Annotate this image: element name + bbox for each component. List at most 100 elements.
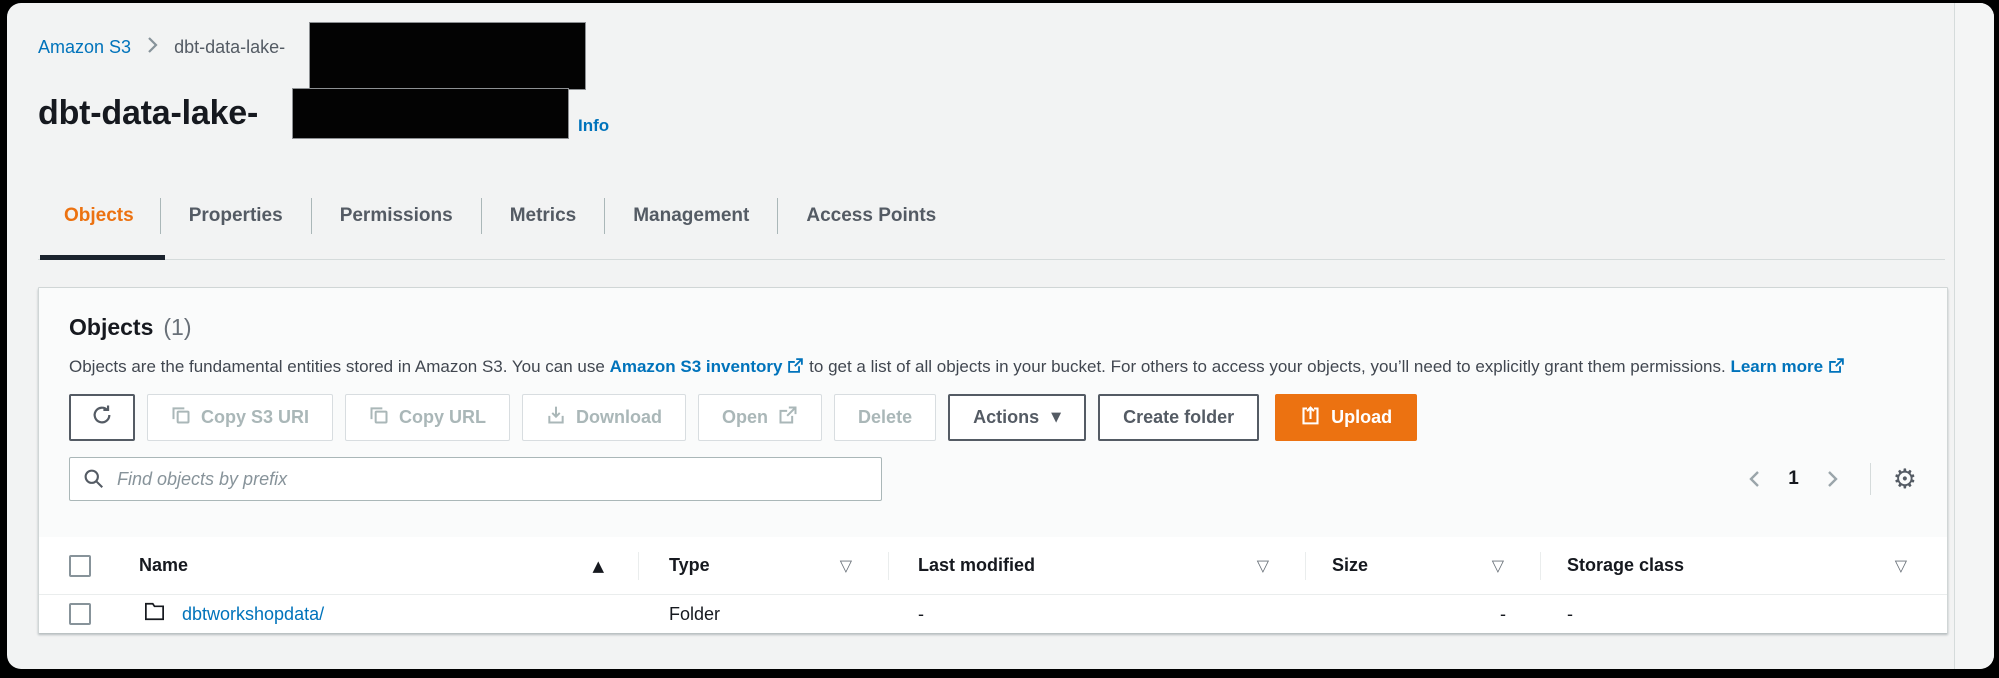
upload-label: Upload [1331, 407, 1393, 427]
sort-ascending-icon[interactable]: ▲ [592, 557, 604, 575]
tab-management[interactable]: Management [605, 191, 777, 241]
active-tab-underline [40, 255, 165, 260]
next-page-button[interactable] [1821, 464, 1844, 494]
row-checkbox[interactable] [69, 603, 91, 625]
redaction-box-breadcrumb [309, 22, 586, 90]
scrollbar-track[interactable] [1954, 3, 1994, 669]
external-link-icon [1828, 357, 1845, 379]
objects-panel: Objects (1) Objects are the fundamental … [38, 287, 1948, 633]
objects-panel-header: Objects (1) Objects are the fundamental … [39, 288, 1947, 537]
row-size-value: - [1500, 603, 1506, 624]
column-label-storage-class: Storage class [1567, 555, 1685, 575]
sort-indicator-icon[interactable]: ▽ [1492, 556, 1504, 575]
row-type-cell: Folder [638, 595, 888, 633]
sort-indicator-icon[interactable]: ▽ [840, 556, 852, 575]
column-divider [1540, 552, 1541, 580]
column-header-name[interactable]: Name ▲ [139, 537, 638, 594]
column-label-name: Name [139, 555, 189, 575]
tab-permissions[interactable]: Permissions [312, 191, 481, 241]
copy-s3-uri-button[interactable]: Copy S3 URI [147, 394, 334, 441]
column-label-size: Size [1332, 555, 1369, 575]
column-divider [638, 552, 639, 580]
row-size-cell: - [1305, 595, 1540, 633]
sort-indicator-icon[interactable]: ▽ [1257, 556, 1269, 575]
objects-description: Objects are the fundamental entities sto… [69, 357, 1917, 379]
copy-url-label: Copy URL [399, 407, 487, 427]
column-header-last-modified[interactable]: Last modified ▽ [888, 537, 1305, 594]
select-all-checkbox[interactable] [69, 554, 91, 577]
info-link[interactable]: Info [578, 116, 609, 136]
column-label-type: Type [669, 555, 710, 575]
breadcrumb-amazon-s3-link[interactable]: Amazon S3 [38, 37, 131, 58]
column-label-last-modified: Last modified [918, 555, 1036, 575]
tabs-baseline [38, 259, 1945, 260]
breadcrumb-current-bucket: dbt-data-lake- [174, 37, 286, 57]
learn-more-link[interactable]: Learn more [1730, 357, 1823, 376]
copy-url-button[interactable]: Copy URL [345, 394, 511, 441]
row-type-value: Folder [669, 603, 721, 624]
open-button[interactable]: Open [698, 394, 823, 441]
pagination: 1 ⚙ [1743, 463, 1917, 495]
object-folder-link[interactable]: dbtworkshopdata/ [182, 604, 324, 625]
search-row: 1 ⚙ [69, 457, 1917, 501]
pagination-divider [1869, 463, 1871, 495]
row-name-cell: dbtworkshopdata/ [139, 595, 638, 633]
row-last-modified-value: - [918, 603, 924, 624]
objects-toolbar: Copy S3 URI Copy URL Download Open Delet… [69, 394, 1917, 441]
download-icon [546, 405, 566, 430]
column-header-storage-class[interactable]: Storage class ▽ [1540, 537, 1947, 594]
download-button[interactable]: Download [522, 394, 687, 441]
search-box [69, 457, 882, 501]
redaction-box-title [292, 88, 569, 139]
create-folder-label: Create folder [1123, 407, 1235, 427]
refresh-icon [91, 404, 113, 431]
bucket-tabs: Objects Properties Permissions Metrics M… [38, 191, 964, 241]
objects-count: (1) [163, 314, 192, 340]
row-storage-class-value: - [1567, 603, 1573, 624]
find-objects-input[interactable] [69, 457, 882, 501]
objects-panel-title: Objects [69, 314, 154, 340]
tab-properties[interactable]: Properties [161, 191, 311, 241]
upload-icon [1300, 405, 1321, 431]
copy-icon [171, 405, 191, 430]
external-link-icon [787, 357, 804, 379]
tab-metrics[interactable]: Metrics [482, 191, 605, 241]
column-divider [888, 552, 889, 580]
download-label: Download [576, 407, 663, 427]
create-folder-button[interactable]: Create folder [1098, 394, 1260, 441]
delete-button[interactable]: Delete [834, 394, 937, 441]
previous-page-button[interactable] [1743, 464, 1766, 494]
column-divider [1305, 552, 1306, 580]
description-text: Objects are the fundamental entities sto… [69, 357, 610, 376]
copy-s3-uri-label: Copy S3 URI [201, 407, 310, 427]
refresh-button[interactable] [69, 394, 135, 441]
search-icon [83, 468, 104, 494]
chevron-right-icon [146, 35, 159, 60]
page-title: dbt-data-lake- [38, 94, 259, 132]
tab-access-points[interactable]: Access Points [778, 191, 964, 241]
tab-objects[interactable]: Objects [38, 191, 160, 241]
s3-console-screen: Amazon S3 dbt-data-lake- dbt-data-lake- … [7, 3, 1994, 669]
current-page-number[interactable]: 1 [1788, 468, 1799, 490]
upload-button[interactable]: Upload [1275, 394, 1418, 441]
actions-dropdown-button[interactable]: Actions ▼ [948, 394, 1087, 441]
delete-label: Delete [858, 407, 913, 427]
row-last-modified-cell: - [888, 595, 1305, 633]
actions-label: Actions [973, 407, 1040, 427]
table-row: dbtworkshopdata/ Folder - - - [39, 595, 1947, 633]
external-link-icon [778, 405, 798, 430]
column-header-type[interactable]: Type ▽ [638, 537, 888, 594]
row-storage-class-cell: - [1540, 595, 1947, 633]
preferences-gear-icon[interactable]: ⚙ [1893, 466, 1917, 493]
description-text: to get a list of all objects in your buc… [804, 357, 1731, 376]
column-header-size[interactable]: Size ▽ [1305, 537, 1540, 594]
sort-indicator-icon[interactable]: ▽ [1895, 556, 1907, 575]
copy-icon [369, 405, 389, 430]
folder-icon [144, 602, 165, 626]
open-label: Open [722, 407, 769, 427]
select-all-cell [39, 537, 139, 594]
row-select-cell [39, 595, 139, 633]
objects-table-header: Name ▲ Type ▽ Last modified ▽ Size ▽ Sto… [39, 537, 1947, 595]
s3-inventory-link[interactable]: Amazon S3 inventory [610, 357, 783, 376]
breadcrumb: Amazon S3 dbt-data-lake- [38, 35, 285, 60]
